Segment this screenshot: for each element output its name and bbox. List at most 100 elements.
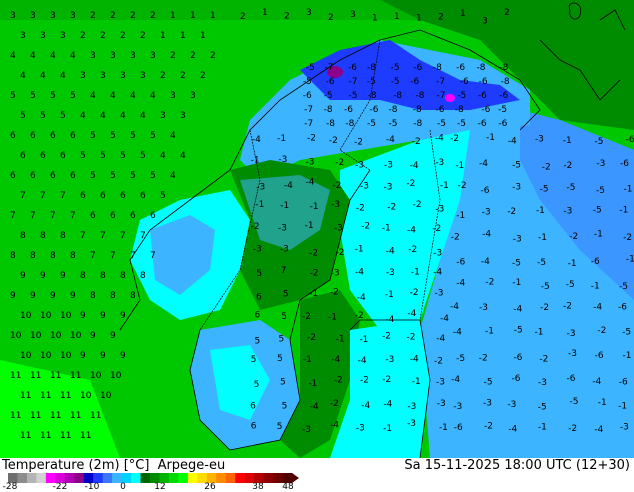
temperature-value: 5	[90, 131, 96, 141]
temperature-value: 11	[80, 431, 91, 441]
colorbar-tick-label: 0	[120, 482, 126, 492]
temperature-value: -8	[501, 77, 510, 87]
temperature-value: 9	[50, 291, 56, 301]
temperature-value: 3	[170, 91, 176, 101]
temperature-value: -5	[367, 119, 376, 129]
temperature-value: -6	[513, 353, 522, 363]
temperature-value: -3	[384, 160, 393, 170]
temperature-value: 2	[190, 51, 196, 61]
temperature-value: -7	[304, 105, 313, 115]
temperature-value: 3	[70, 11, 76, 21]
temperature-value: 9	[10, 291, 16, 301]
temperature-value: -3	[482, 208, 491, 218]
temperature-value: 4	[180, 151, 186, 161]
temperature-value: -3	[507, 400, 516, 410]
temperature-value: 4	[70, 51, 76, 61]
temperature-value: 3	[160, 111, 166, 121]
temperature-value: 10	[60, 311, 72, 321]
temperature-value: 8	[120, 271, 126, 281]
temperature-value: -5	[324, 91, 333, 101]
temperature-value: 3	[130, 51, 136, 61]
temperature-value: 9	[100, 351, 106, 361]
temperature-value: -1	[591, 281, 600, 291]
temperature-value: 2	[180, 71, 186, 81]
temperature-value: -4	[310, 402, 319, 412]
temperature-value: -5	[540, 184, 549, 194]
temperature-value: -4	[383, 399, 392, 409]
temperature-value: -2	[539, 355, 548, 365]
temperature-value: 4	[40, 71, 46, 81]
temperature-value: 10	[20, 351, 32, 361]
temperature-value: 6	[110, 211, 116, 221]
colorbar-tick-label: -22	[52, 482, 68, 492]
temperature-value: 4	[160, 151, 166, 161]
temperature-value: 4	[120, 111, 126, 121]
temperature-value: -1	[303, 355, 312, 365]
temperature-value: 11	[70, 371, 81, 381]
temperature-value: -2	[382, 375, 391, 385]
temperature-value: 5	[70, 91, 76, 101]
temperature-value: -2	[334, 376, 343, 386]
temperature-value: -1	[383, 424, 392, 434]
temperature-value: -5	[512, 160, 521, 170]
temperature-value: 6	[140, 191, 146, 201]
temperature-value: 2	[438, 13, 444, 23]
temperature-value: -6	[619, 378, 628, 388]
temperature-value: -2	[307, 134, 316, 144]
temperature-value: -2	[310, 269, 319, 279]
temperature-value: 8	[70, 251, 76, 261]
temperature-value: -6	[591, 257, 600, 267]
temperature-value: 10	[40, 311, 52, 321]
temperature-value: 1	[180, 31, 186, 41]
temperature-value: 5	[110, 131, 116, 141]
temperature-value: -4	[252, 135, 261, 145]
temperature-value: 4	[150, 91, 156, 101]
temperature-value: 11	[40, 391, 51, 401]
temperature-value: -5	[391, 77, 400, 87]
temperature-value: 7	[140, 231, 146, 241]
temperature-value: -5	[484, 378, 493, 388]
temperature-value: 11	[30, 411, 41, 421]
temperature-value: 6	[60, 151, 66, 161]
temperature-value: -2	[382, 332, 391, 342]
temperature-value: -4	[407, 225, 416, 235]
temperature-value: 7	[100, 231, 106, 241]
temperature-value: -2	[413, 200, 422, 210]
temperature-value: -6	[620, 159, 629, 169]
temperature-value: -2	[485, 278, 494, 288]
temperature-value: -5	[622, 327, 631, 337]
temperature-value: -1	[355, 244, 364, 254]
temperature-value: -5	[514, 325, 523, 335]
temperature-value: -1	[538, 233, 547, 243]
temperature-value: -8	[476, 63, 485, 73]
temperature-value: -8	[326, 119, 335, 129]
temperature-value: -5	[537, 258, 546, 268]
temperature-value: -1	[535, 328, 544, 338]
temperature-value: -2	[434, 357, 443, 367]
temperature-value: -8	[389, 105, 398, 115]
colorbar-tick-label: 26	[204, 482, 216, 492]
colorbar-tick-label: -28	[2, 482, 18, 492]
temperature-value: -3	[596, 159, 605, 169]
temperature-value: -1	[536, 206, 545, 216]
temperature-value: 1	[160, 31, 166, 41]
valid-time: Sa 15-11-2025 18:00 UTC (12+30)	[404, 458, 630, 473]
temperature-value: 3	[110, 51, 116, 61]
temperature-value: -5	[566, 280, 575, 290]
temperature-value: -5	[512, 258, 521, 268]
temperature-value: 2	[504, 8, 510, 18]
temperature-value: -6	[348, 63, 357, 73]
temperature-value: 7	[10, 211, 16, 221]
temperature-value: -4	[355, 267, 364, 277]
temperature-value: 5	[281, 312, 287, 322]
temperature-value: 11	[20, 431, 31, 441]
temperature-value: -4	[433, 267, 442, 277]
temperature-value: 9	[80, 311, 86, 321]
temperature-map: 3333222211133322221114444333322244433332…	[0, 0, 634, 459]
temperature-value: -4	[456, 279, 465, 289]
temperature-value: 10	[80, 391, 92, 401]
temperature-value: 6	[40, 151, 46, 161]
temperature-value: 2	[240, 12, 246, 22]
temperature-value: 5	[251, 355, 257, 365]
temperature-value: -3	[253, 244, 262, 254]
